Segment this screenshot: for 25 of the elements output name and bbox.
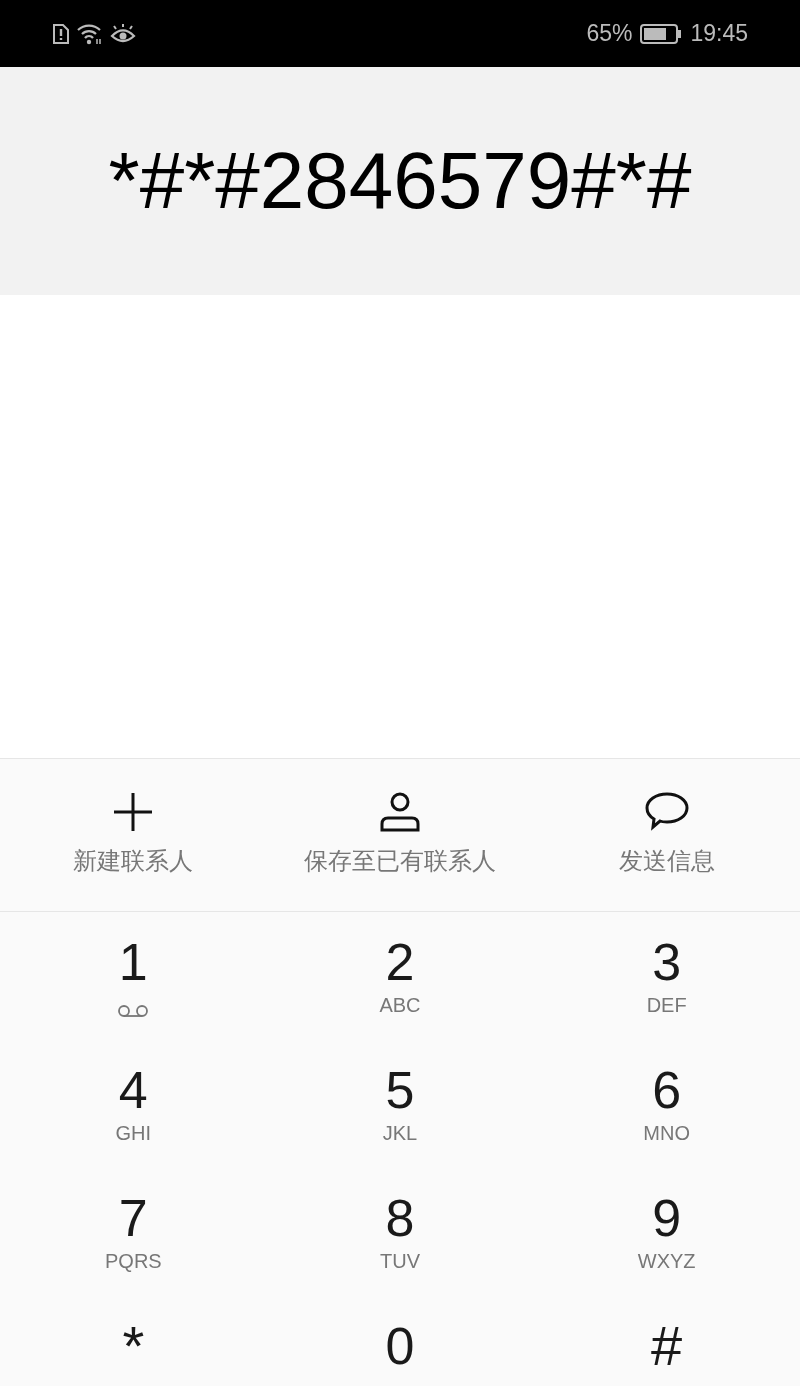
dialed-number: *#*#2846579#*#: [108, 141, 692, 221]
action-button[interactable]: 新建联系人: [0, 759, 267, 911]
sim-alert-icon: [52, 22, 70, 45]
battery-percent: 65%: [586, 19, 633, 49]
dial-key[interactable]: #: [533, 1296, 800, 1386]
dial-key[interactable]: 3 DEF: [533, 912, 800, 1040]
battery-icon: [640, 23, 683, 44]
dial-key[interactable]: *: [0, 1296, 267, 1386]
dial-key[interactable]: 6 MNO: [533, 1040, 800, 1168]
person-icon: [379, 791, 421, 833]
dial-key[interactable]: 2 ABC: [266, 912, 534, 1040]
dial-key[interactable]: 9 WXYZ: [533, 1168, 800, 1296]
action-button[interactable]: 保存至已有联系人: [266, 759, 534, 911]
dial-key[interactable]: 8 TUV: [266, 1168, 534, 1296]
dial-key[interactable]: 1: [0, 912, 267, 1040]
action-button[interactable]: 发送信息: [533, 759, 800, 911]
voicemail-icon: [117, 1004, 150, 1018]
dial-key[interactable]: 7 PQRS: [0, 1168, 267, 1296]
eye-icon: [110, 22, 136, 45]
plus-icon: [112, 791, 155, 833]
dial-key[interactable]: 4 GHI: [0, 1040, 267, 1168]
dial-key[interactable]: 0: [266, 1296, 534, 1386]
dial-key[interactable]: 5 JKL: [266, 1040, 534, 1168]
clock-time: 19:45: [690, 19, 748, 49]
speech-bubble-icon: [643, 791, 690, 833]
